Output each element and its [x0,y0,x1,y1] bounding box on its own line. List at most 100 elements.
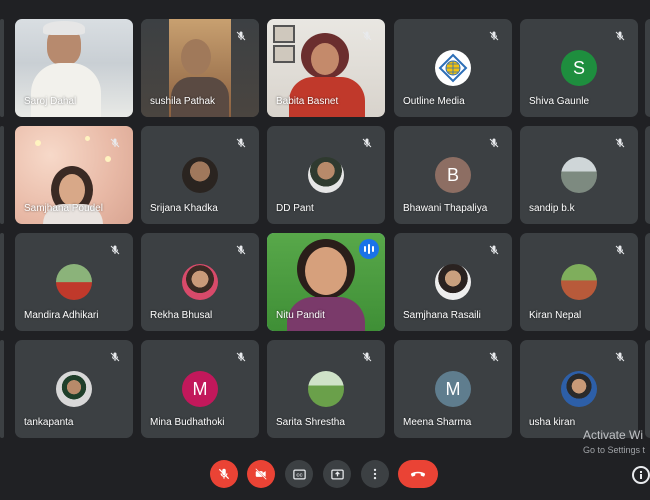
participant-name: Babita Basnet [276,96,339,107]
participant-name: Kiran Nepal [529,310,582,321]
muted-indicator [358,134,376,152]
profile-photo-avatar [56,371,92,407]
profile-photo-avatar [308,157,344,193]
participant-name: sandip b.k [529,203,575,214]
participant-tile-active-speaker[interactable]: Nitu Pandit [267,233,385,331]
participant-tile[interactable]: Srijana Khadka [141,126,259,224]
initial-avatar: M [182,371,218,407]
mic-off-icon [362,138,372,148]
initial-avatar: S [561,50,597,86]
muted-indicator [232,348,250,366]
info-icon [640,471,642,479]
mic-off-icon [236,352,246,362]
participant-tile[interactable]: M Mina Budhathoki [141,340,259,438]
participant-tile[interactable]: Babita Basnet [267,19,385,117]
participant-tile[interactable]: M Meena Sharma [394,340,512,438]
avatar-initial: B [446,164,459,185]
participant-name: Srijana Khadka [150,203,218,214]
muted-indicator [485,134,503,152]
mic-off-icon [615,245,625,255]
initial-avatar: M [435,371,471,407]
more-options-icon [373,468,377,480]
globe-logo-icon [438,53,468,83]
participant-tile[interactable]: Mandira Adhikari [15,233,133,331]
camera-off-icon [255,468,267,480]
muted-indicator [611,348,629,366]
participant-name: Samjhana Rasaili [403,310,481,321]
participant-tile-partial [645,126,650,224]
mic-off-icon [362,31,372,41]
mic-off-icon [362,352,372,362]
participant-tile[interactable]: B Bhawani Thapaliya [394,126,512,224]
participant-tile[interactable]: Rekha Bhusal [141,233,259,331]
participant-tile[interactable]: S Shiva Gaunle [520,19,638,117]
participant-name: Mina Budhathoki [150,417,225,428]
participant-name: usha kiran [529,417,576,428]
audio-level-bar [372,246,374,252]
initial-avatar: B [435,157,471,193]
participant-tile[interactable]: Samjhana Rasaili [394,233,512,331]
muted-indicator [485,27,503,45]
mic-off-icon [236,245,246,255]
profile-photo-avatar [308,371,344,407]
muted-indicator [358,348,376,366]
participant-tile[interactable]: sandip b.k [520,126,638,224]
camera-toggle-button[interactable] [247,460,275,488]
profile-photo-avatar [435,264,471,300]
mic-off-icon [110,352,120,362]
participant-name: Samjhana Poudel [24,203,103,214]
profile-photo-avatar [182,157,218,193]
participant-tile[interactable]: Outline Media [394,19,512,117]
profile-photo-avatar [182,264,218,300]
participant-tile[interactable]: Samjhana Poudel [15,126,133,224]
muted-indicator [485,241,503,259]
leave-call-button[interactable] [398,460,438,488]
participant-name: sushila Pathak [150,96,216,107]
participant-tile[interactable]: usha kiran [520,340,638,438]
profile-photo-avatar [561,264,597,300]
mic-off-icon [218,468,230,480]
avatar-initial: M [192,378,208,399]
muted-indicator [106,134,124,152]
mic-off-icon [236,138,246,148]
participant-tile[interactable]: Sarita Shrestha [267,340,385,438]
present-now-button[interactable] [323,460,351,488]
muted-indicator [611,134,629,152]
participant-tile[interactable]: Saroj Dahal [15,19,133,117]
profile-photo-avatar [561,157,597,193]
participant-name: Nitu Pandit [276,310,325,321]
muted-indicator [232,134,250,152]
mic-off-icon [615,138,625,148]
participant-tile[interactable]: tankapanta [15,340,133,438]
logo-avatar [435,50,471,86]
participant-tile[interactable]: sushila Pathak [141,19,259,117]
captions-button[interactable]: CC [285,460,313,488]
participant-name: DD Pant [276,203,314,214]
avatar-initial: S [572,57,585,78]
participant-tile-partial [0,340,4,438]
more-options-button[interactable] [361,460,389,488]
muted-indicator [611,27,629,45]
participant-name: Shiva Gaunle [529,96,590,107]
mic-toggle-button[interactable] [210,460,238,488]
muted-indicator [485,348,503,366]
participant-tile[interactable]: Kiran Nepal [520,233,638,331]
mic-off-icon [236,31,246,41]
audio-level-bar [364,246,366,252]
participant-tile-partial [645,340,650,438]
present-icon [330,469,344,479]
meeting-details-button[interactable] [632,466,650,484]
speaking-indicator [359,239,379,259]
profile-photo-avatar [561,371,597,407]
participant-tile-partial [0,126,4,224]
participant-tile[interactable]: DD Pant [267,126,385,224]
avatar-initial: M [445,378,461,399]
muted-indicator [232,241,250,259]
mic-off-icon [489,245,499,255]
participant-tile-partial [645,19,650,117]
mic-off-icon [489,138,499,148]
participant-name: Sarita Shrestha [276,417,345,428]
mic-off-icon [615,352,625,362]
participant-name: Rekha Bhusal [150,310,213,321]
muted-indicator [358,27,376,45]
